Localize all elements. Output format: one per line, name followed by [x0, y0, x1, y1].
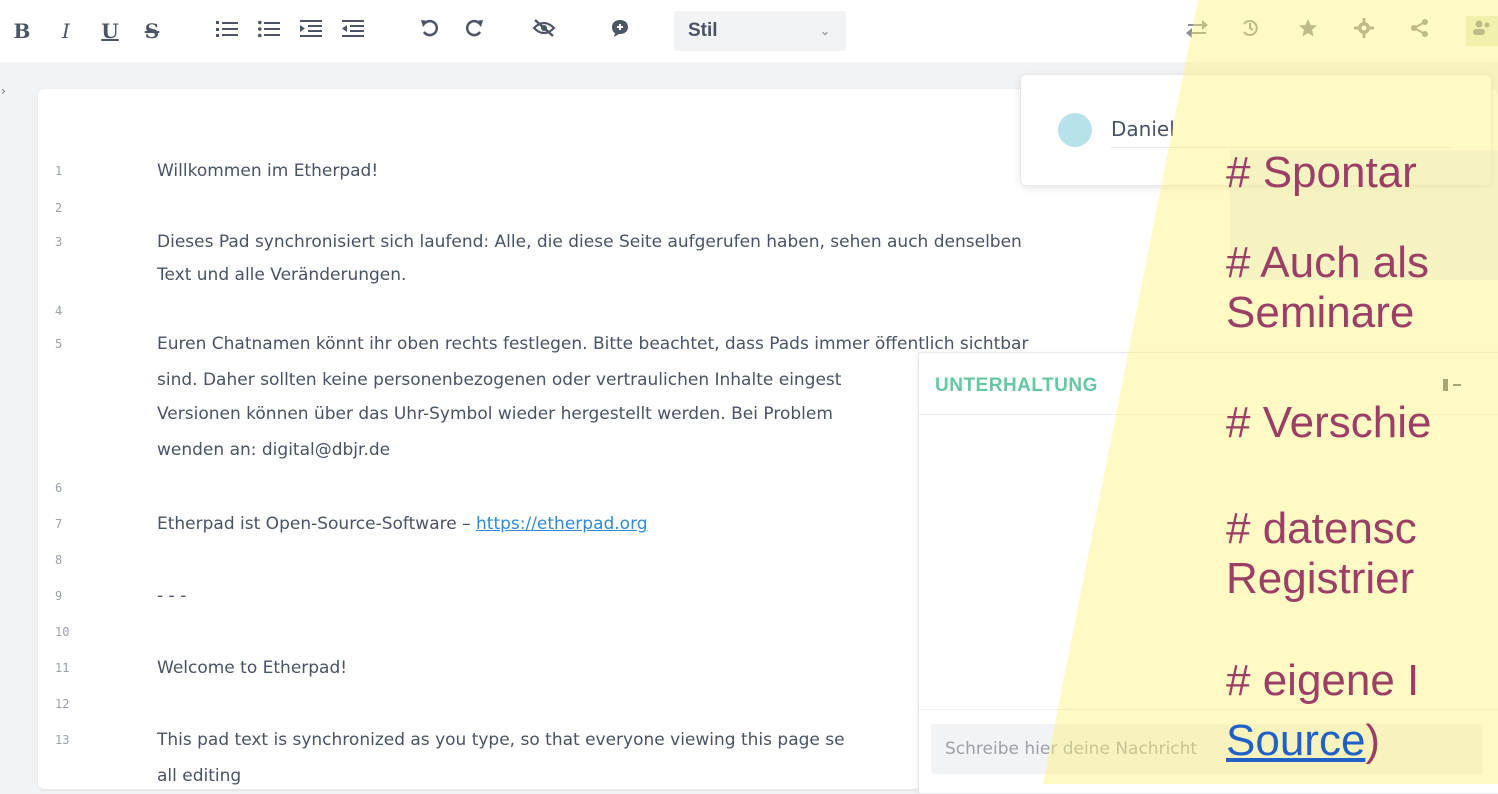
line-number: 9 [55, 589, 63, 603]
hide-authorship-icon[interactable] [530, 16, 558, 46]
bold-button[interactable]: B [10, 16, 34, 46]
line-number: 12 [55, 697, 70, 711]
line-number: 6 [55, 481, 63, 495]
etherpad-link[interactable]: https://etherpad.org [476, 514, 648, 534]
editor-line-text[interactable]: Dieses Pad synchronisiert sich laufend: … [157, 232, 1022, 252]
slide-source-link[interactable]: Source [1226, 716, 1365, 765]
slide-bullet-5: # eigene I [1226, 656, 1420, 705]
gear-icon[interactable] [1354, 16, 1374, 46]
line-number: 2 [55, 201, 63, 215]
italic-button[interactable]: I [56, 16, 76, 46]
style-select[interactable]: Stil ⌄ [674, 11, 846, 51]
style-select-value: Stil [688, 20, 718, 41]
chat-minimize-icon[interactable] [1443, 377, 1463, 395]
editor-line-text[interactable]: Text und alle Veränderungen. [157, 265, 406, 285]
editor-line-text[interactable]: Willkommen im Etherpad! [157, 161, 378, 181]
editor-line-content: all editing [157, 766, 242, 786]
editor-line-content: Euren Chatnamen könnt ihr oben rechts fe… [157, 334, 1029, 354]
slide-source-line: Source) [1226, 716, 1380, 766]
editor-line-content: Welcome to Etherpad! [157, 658, 348, 678]
line-number: 13 [55, 733, 70, 747]
editor-line-content: Willkommen im Etherpad! [157, 161, 379, 181]
ordered-list-icon[interactable] [214, 16, 240, 46]
slide-bullet-4-cont: Registrier [1226, 554, 1415, 603]
line-number: 7 [55, 517, 63, 531]
gutter-collapse-icon[interactable]: › [1, 84, 6, 98]
comment-icon[interactable] [608, 16, 632, 46]
chat-input-area: Schreibe hier deine Nachricht [919, 709, 1498, 794]
underline-button[interactable]: U [98, 16, 122, 46]
users-icon[interactable] [1466, 16, 1498, 46]
line-number: 3 [55, 235, 63, 249]
editor-line-content: This pad text is synchronized as you typ… [157, 730, 845, 750]
indent-icon[interactable] [298, 16, 324, 46]
chevron-down-icon: ⌄ [819, 24, 830, 38]
line-number: 10 [55, 625, 70, 639]
editor-line-text[interactable]: Welcome to Etherpad! [157, 658, 347, 678]
editor-line-text[interactable]: wenden an: digital@dbjr.de [157, 440, 390, 460]
editor-line-content: - - - [157, 586, 187, 606]
outdent-icon[interactable] [340, 16, 366, 46]
undo-icon[interactable] [418, 16, 442, 46]
strikethrough-button[interactable]: S [140, 16, 164, 46]
slide-bullet-3: # Verschie [1226, 398, 1432, 447]
share-icon[interactable] [1410, 16, 1430, 46]
user-color-swatch[interactable] [1058, 113, 1092, 147]
editor-line-content: wenden an: digital@dbjr.de [157, 440, 391, 460]
slide-bullet-2: # Auch als [1226, 238, 1430, 287]
editor-line-content: Text und alle Veränderungen. [157, 265, 407, 285]
editor-line-content: sind. Daher sollten keine personenbezoge… [157, 370, 842, 390]
unordered-list-icon[interactable] [256, 16, 282, 46]
editor-line-content: Versionen können über das Uhr-Symbol wie… [157, 404, 833, 424]
star-icon[interactable] [1298, 16, 1318, 46]
editor-line-content: Etherpad ist Open-Source-Software – [157, 514, 476, 534]
editor-line-text[interactable]: Versionen können über das Uhr-Symbol wie… [157, 404, 833, 424]
line-number: 5 [55, 337, 63, 351]
editor-line-content: Dieses Pad synchronisiert sich laufend: … [157, 232, 1022, 252]
line-number: 4 [55, 304, 63, 318]
line-number: 11 [55, 661, 70, 675]
user-name-input[interactable]: Daniel [1111, 117, 1175, 141]
redo-icon[interactable] [462, 16, 486, 46]
line-number: 1 [55, 164, 63, 178]
history-icon[interactable] [1240, 16, 1260, 46]
editor-line-text[interactable]: Euren Chatnamen könnt ihr oben rechts fe… [157, 334, 1028, 354]
slide-bullet-4: # datensc [1226, 504, 1417, 553]
slide-source-tail: ) [1365, 716, 1381, 765]
import-export-icon[interactable] [1186, 16, 1208, 46]
editor-line-text[interactable]: all editing [157, 766, 241, 786]
editor-toolbar: B I U S Stil ⌄ [0, 0, 1498, 62]
chat-title: UNTERHALTUNG [935, 375, 1098, 396]
editor-line-text[interactable]: - - - [157, 586, 186, 606]
editor-line-text[interactable]: This pad text is synchronized as you typ… [157, 730, 845, 750]
chat-input[interactable]: Schreibe hier deine Nachricht [931, 724, 1483, 774]
slide-bullet-2-cont: Seminare [1226, 288, 1415, 337]
editor-line-text[interactable]: sind. Daher sollten keine personenbezoge… [157, 370, 841, 390]
editor-line-text[interactable]: Etherpad ist Open-Source-Software – http… [157, 514, 648, 534]
line-number: 8 [55, 553, 63, 567]
slide-bullet-1: # Spontar [1226, 148, 1417, 197]
